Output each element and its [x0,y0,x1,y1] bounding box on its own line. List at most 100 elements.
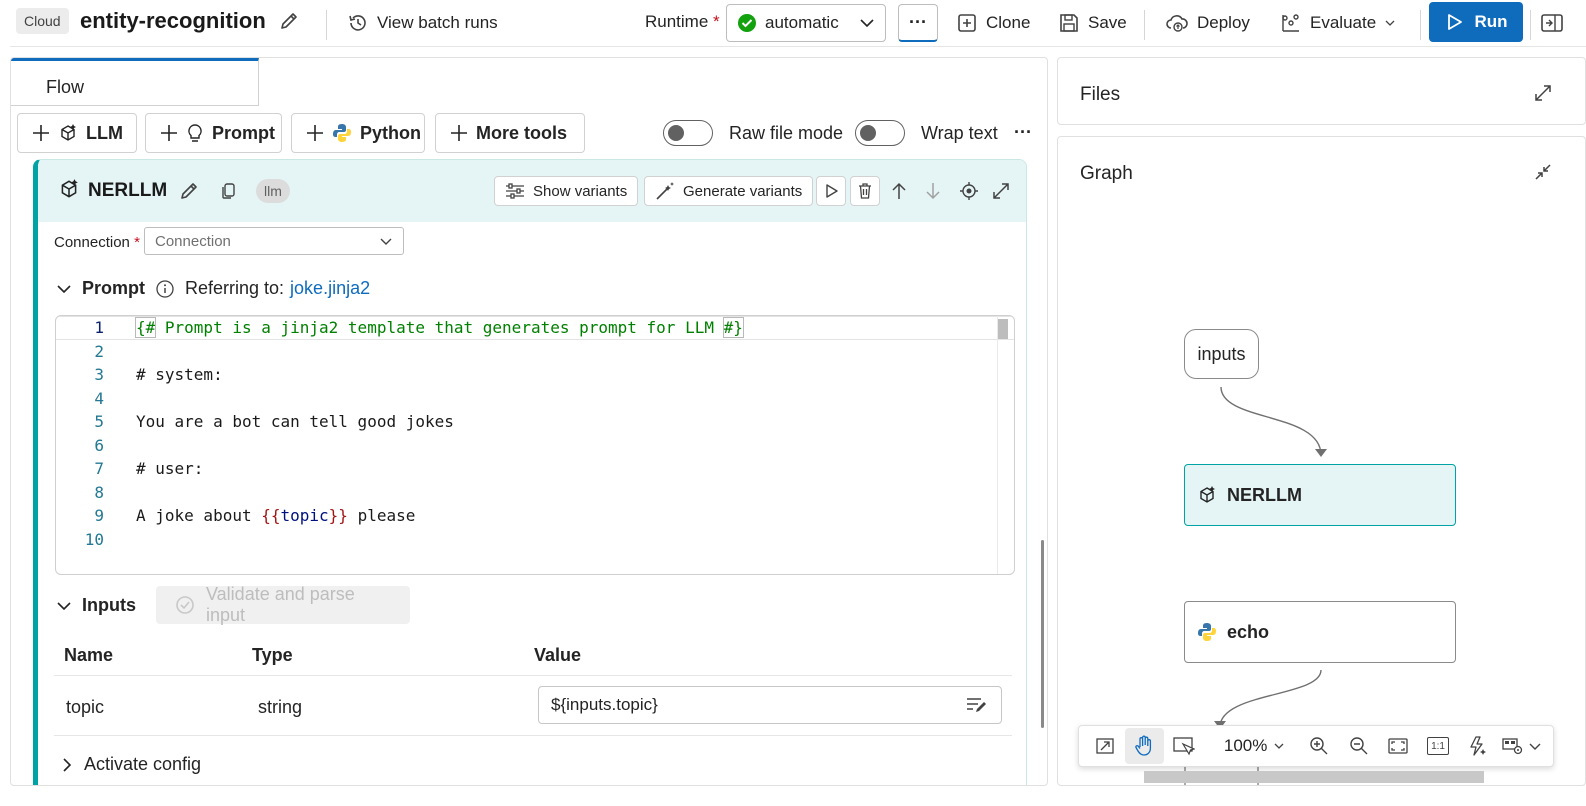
validate-parse-input-label: Validate and parse input [206,584,355,625]
more-tools-button[interactable]: More tools [435,113,585,153]
line-number: 8 [94,482,104,502]
add-prompt-button[interactable]: Prompt [145,113,282,153]
run-button[interactable]: Run [1429,2,1523,42]
raw-file-mode-toggle[interactable] [663,120,713,146]
move-up-button[interactable] [884,176,914,206]
line-number: 7 [94,459,104,478]
actual-size-icon: 1:1 [1427,737,1450,755]
locate-node-button[interactable] [954,176,984,206]
separator [1420,10,1421,40]
separator [326,10,327,40]
show-variants-button[interactable]: Show variants [494,176,639,206]
tab-flow[interactable]: Flow [11,58,259,106]
referring-to-file-link[interactable]: joke.jinja2 [290,278,370,299]
fit-view-icon [1387,736,1409,756]
zoom-out-button[interactable] [1339,728,1379,764]
evaluate-button[interactable]: Evaluate [1280,8,1396,38]
fit-selection-icon [1095,736,1115,756]
node-header: NERLLM llm Show variants Generate varian… [38,160,1026,222]
evaluate-label: Evaluate [1310,13,1377,32]
chevron-right-icon [60,757,74,773]
fit-view-button[interactable] [1379,728,1419,764]
wrap-text-toggle[interactable] [855,120,905,146]
python-icon [332,123,352,143]
more-tools-label: More tools [476,122,568,143]
wrap-text-label: Wrap text [921,122,998,143]
add-llm-button[interactable]: LLM [17,113,137,153]
code-line: 8 [56,481,1014,505]
panel-toggle-icon[interactable] [1540,12,1564,34]
connection-label: Connection * [54,234,140,251]
python-icon [1197,622,1217,642]
delete-node-button[interactable] [850,176,880,206]
edit-text-icon[interactable] [965,695,989,715]
input-value-field[interactable]: ${inputs.topic} [538,686,1002,724]
info-icon[interactable] [155,279,175,299]
run-node-button[interactable] [816,176,846,206]
activate-config-section-header[interactable]: Activate config [60,754,201,775]
line-number: 5 [94,412,104,431]
divider [54,675,1012,676]
connection-dropdown[interactable]: Connection [144,227,404,255]
code-text: # system: [136,365,223,384]
runtime-dropdown[interactable]: automatic [726,4,886,42]
pan-tool-button[interactable] [1124,728,1165,764]
save-icon [1058,12,1080,34]
actual-size-button[interactable]: 1:1 [1418,728,1458,764]
graph-settings-dropdown[interactable] [1497,728,1547,764]
line-number: 1 [94,318,104,337]
code-line: 4 [56,387,1014,411]
play-icon [1444,12,1464,32]
prompt-code-editor[interactable]: 1 {# Prompt is a jinja2 template that gen… [55,315,1015,575]
fit-selection-button[interactable] [1085,728,1125,764]
graph-edges [1184,386,1327,785]
cloud-deploy-icon [1165,12,1189,34]
history-icon [347,12,369,34]
graph-node-nerllm[interactable]: NERLLM [1184,464,1456,526]
edit-name-icon[interactable] [278,10,300,32]
expand-node-button[interactable] [986,176,1016,206]
deploy-button[interactable]: Deploy [1165,8,1250,38]
left-panel-scrollbar[interactable] [1041,540,1044,728]
expand-icon[interactable] [1534,84,1552,102]
more-horizontal-icon[interactable]: ··· [1014,122,1032,143]
more-options-button[interactable]: ··· [898,4,938,42]
column-header-type: Type [252,645,293,665]
node-card-nerllm: NERLLM llm Show variants Generate varian… [33,159,1027,785]
input-type-cell: string [258,697,303,717]
auto-layout-button[interactable] [1458,728,1498,764]
save-button[interactable]: Save [1058,8,1127,38]
prompt-section-header[interactable]: Prompt Referring to: joke.jinja2 [56,278,370,299]
clone-icon [956,12,978,34]
zoom-in-button[interactable] [1299,728,1339,764]
edit-node-name-icon[interactable] [178,180,200,202]
llm-icon [58,178,80,200]
graph-node-echo[interactable]: echo [1184,601,1456,663]
graph-horizontal-scrollbar[interactable] [1144,771,1484,783]
clone-button[interactable]: Clone [956,8,1030,38]
select-tool-button[interactable] [1164,728,1204,764]
chevron-down-icon [56,281,72,297]
layout-settings-icon [1502,736,1524,756]
code-text: # user: [136,459,204,478]
llm-icon [58,123,78,143]
copy-icon[interactable] [220,182,238,200]
move-down-button[interactable] [918,176,948,206]
zoom-level: 100% [1223,736,1268,755]
target-icon [959,181,979,201]
line-number: 4 [94,388,104,408]
prompt-section-label: Prompt [82,278,145,298]
add-python-button[interactable]: Python [291,113,425,153]
generate-variants-button[interactable]: Generate variants [644,176,814,206]
files-panel: Files [1057,57,1586,125]
view-batch-runs-button[interactable]: View batch runs [347,8,498,38]
validate-parse-input-button[interactable]: Validate and parse input [156,584,410,625]
code-line: 5 You are a bot can tell good jokes [56,410,1014,434]
referring-to-label: Referring to: [185,278,285,298]
graph-node-label: NERLLM [1227,484,1302,505]
node-type-badge: llm [256,179,290,203]
zoom-level-dropdown[interactable]: 100% [1220,736,1289,756]
inputs-section-header[interactable]: Inputs [56,595,136,616]
code-line: 7 # user: [56,457,1014,481]
graph-node-inputs[interactable]: inputs [1184,329,1259,379]
